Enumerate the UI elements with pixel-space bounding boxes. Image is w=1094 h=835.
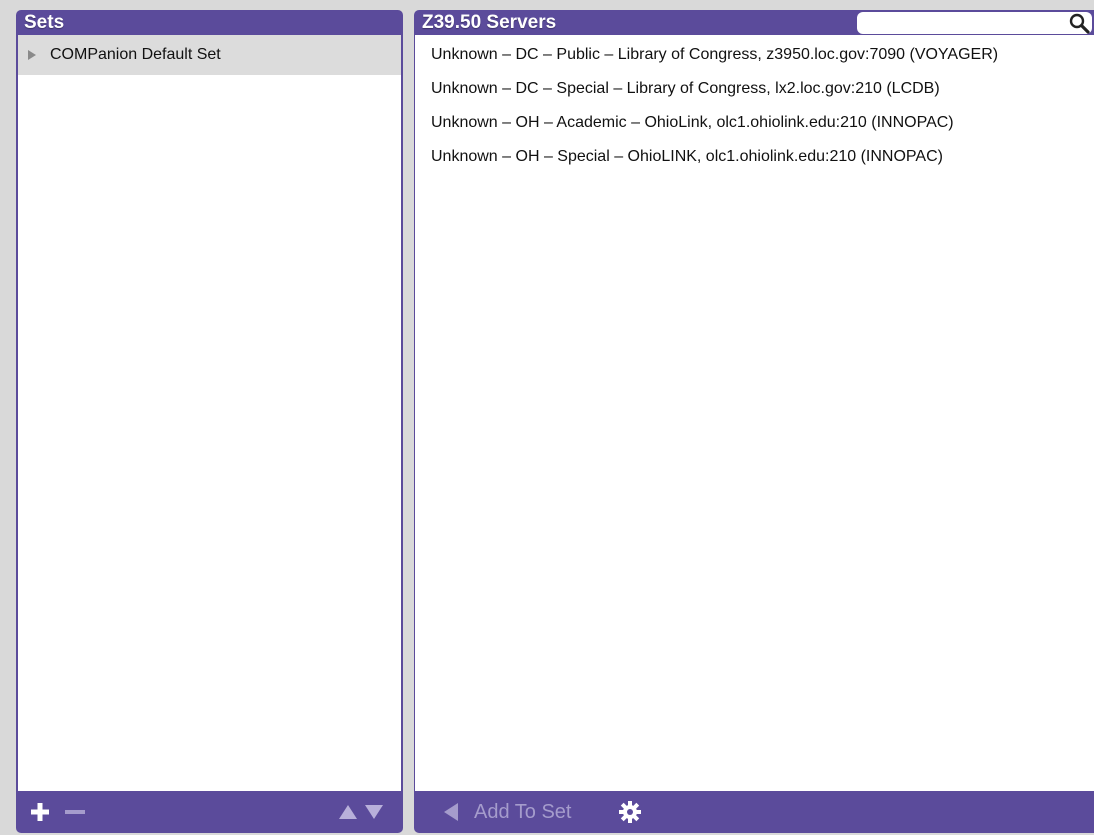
search-field[interactable] (857, 12, 1092, 34)
servers-panel: Z39.50 Servers Unknown – DC – Public – L… (414, 10, 1094, 833)
sets-list[interactable]: COMPanion Default Set (18, 35, 401, 791)
servers-list[interactable]: Unknown – DC – Public – Library of Congr… (415, 35, 1094, 791)
sets-panel: Sets COMPanion Default Set (16, 10, 403, 833)
sets-panel-title: Sets (24, 12, 65, 33)
plus-icon[interactable] (30, 802, 50, 822)
set-item-label: COMPanion Default Set (50, 46, 221, 63)
server-row[interactable]: Unknown – OH – Academic – OhioLink, olc1… (415, 106, 1094, 140)
sets-panel-footer (16, 791, 403, 833)
server-row[interactable]: Unknown – OH – Special – OhioLINK, olc1.… (415, 140, 1094, 174)
server-row[interactable]: Unknown – DC – Public – Library of Congr… (415, 38, 1094, 72)
add-to-set-label: Add To Set (474, 800, 572, 823)
triangle-down-icon[interactable] (364, 803, 384, 821)
arrow-left-icon (444, 803, 458, 821)
set-item-companion-default[interactable]: COMPanion Default Set (18, 35, 401, 75)
server-row[interactable]: Unknown – DC – Special – Library of Cong… (415, 72, 1094, 106)
disclosure-triangle-icon[interactable] (28, 50, 36, 60)
triangle-up-icon[interactable] (338, 803, 358, 821)
search-input[interactable] (865, 12, 1069, 34)
minus-icon[interactable] (64, 802, 86, 822)
gear-icon[interactable] (618, 800, 642, 824)
servers-panel-footer: Add To Set (414, 791, 1094, 833)
search-icon[interactable] (1068, 12, 1090, 34)
add-to-set-button[interactable]: Add To Set (442, 791, 571, 833)
